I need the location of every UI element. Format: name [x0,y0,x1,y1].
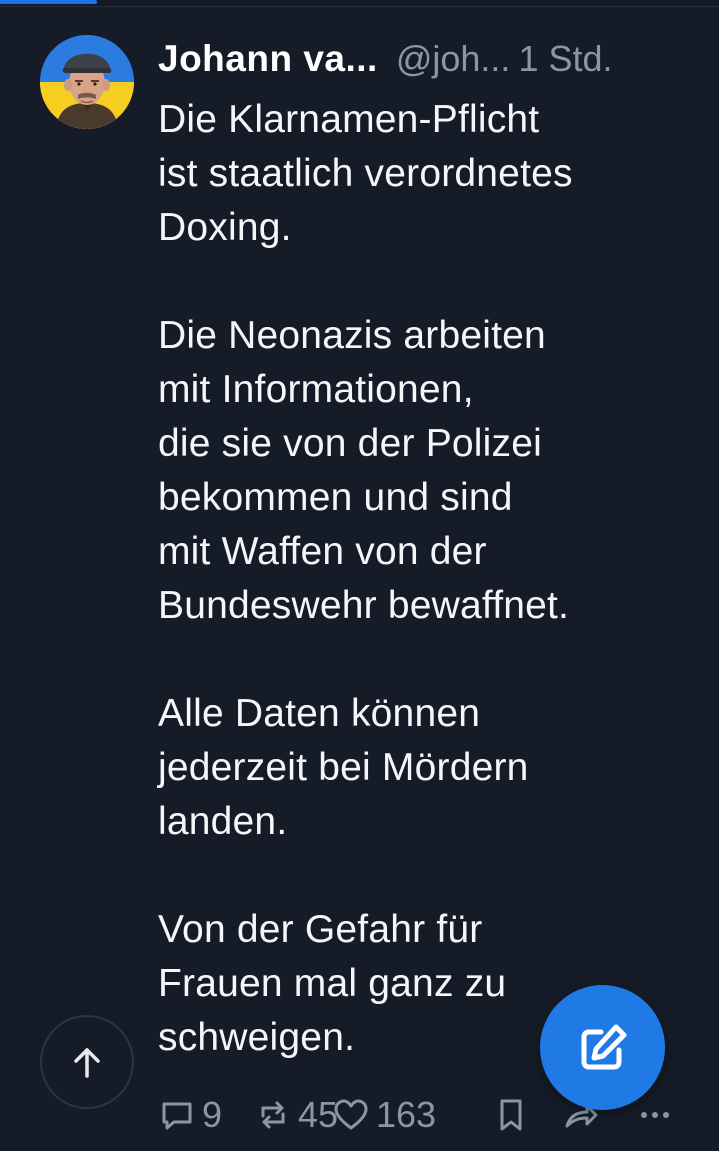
compose-button[interactable] [540,985,665,1110]
more-options-button[interactable] [636,1090,674,1140]
arrow-up-icon [67,1042,107,1082]
reply-count: 9 [202,1094,223,1135]
post-timestamp[interactable]: 1 Std. [518,38,612,80]
author-handle[interactable]: @joh... [396,38,511,80]
heart-icon [332,1096,370,1134]
bookmark-icon [492,1096,530,1134]
repost-button[interactable]: 45 [254,1090,338,1140]
edit-icon [575,1020,631,1076]
avatar[interactable] [40,35,134,129]
reply-button[interactable]: 9 [158,1090,222,1140]
post[interactable]: Johann va... @joh... 1 Std. Die Klarname… [0,0,719,1151]
post-header: Johann va... @joh... 1 Std. [158,38,688,86]
bookmark-button[interactable] [492,1090,530,1140]
reply-icon [158,1096,196,1134]
like-button[interactable]: 163 [332,1090,436,1140]
like-count: 163 [376,1094,437,1135]
app-screen: Johann va... @joh... 1 Std. Die Klarname… [0,0,719,1151]
post-text: Die Klarnamen-Pflicht ist staatlich vero… [158,98,573,1059]
more-dots-icon [636,1096,674,1134]
avatar-portrait-icon [40,35,134,129]
repost-icon [254,1096,292,1134]
author-display-name[interactable]: Johann va... [158,38,378,80]
scroll-to-top-button[interactable] [40,1015,134,1109]
